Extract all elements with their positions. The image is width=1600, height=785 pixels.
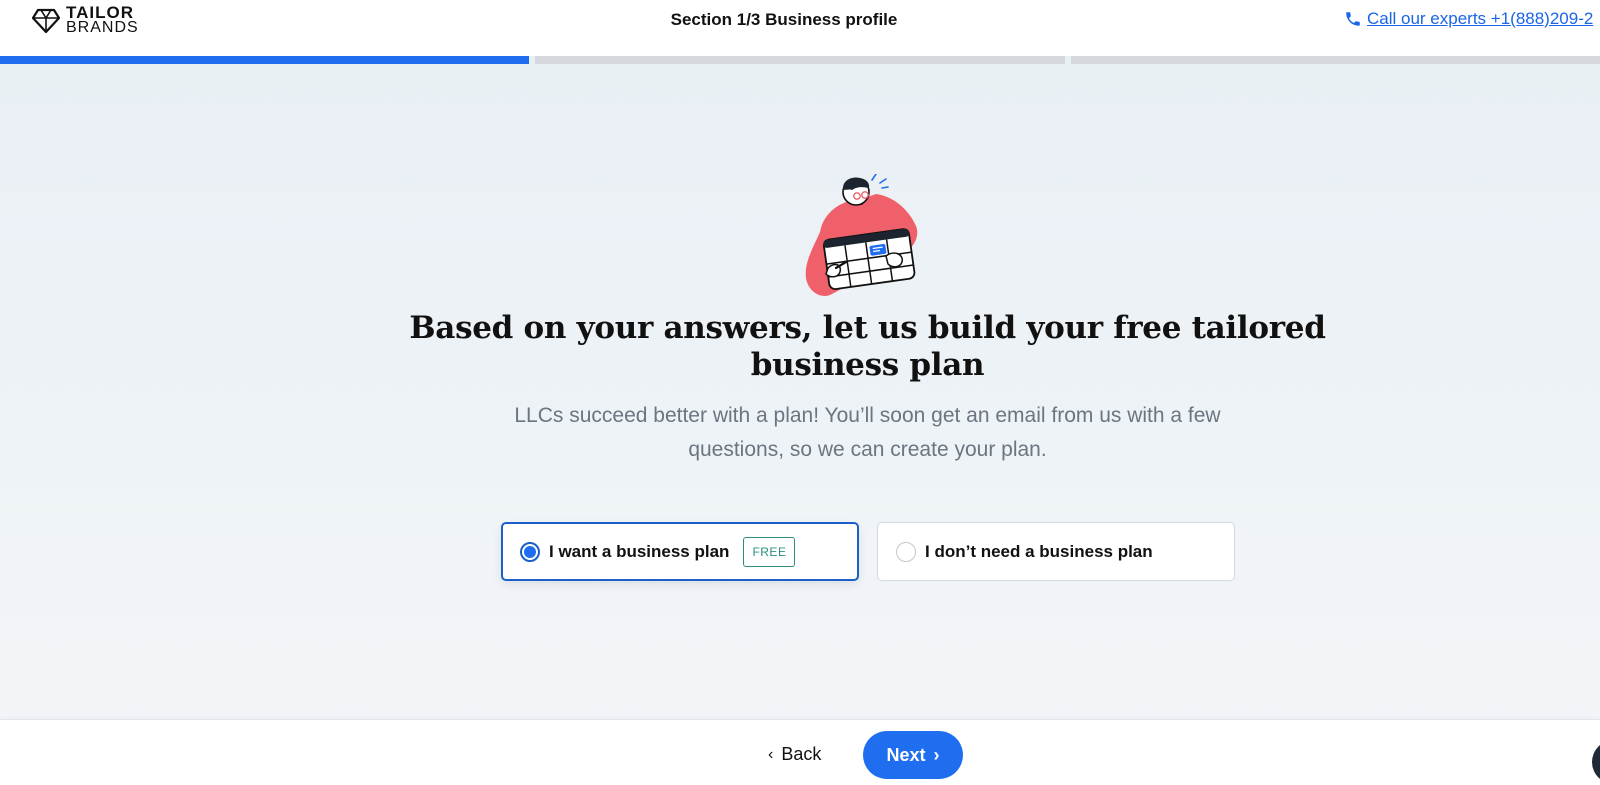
call-experts[interactable]: Call our experts +1(888)209-2	[1344, 9, 1600, 29]
page-headline: Based on your answers, let us build your…	[400, 310, 1335, 384]
radio-button[interactable]	[896, 541, 916, 562]
page-subtitle: LLCs succeed better with a plan! You’ll …	[470, 399, 1265, 467]
option-label: I want a business plan	[549, 541, 730, 561]
progress-bar	[0, 56, 1600, 64]
person-with-calendar-illustration	[805, 174, 918, 297]
progress-segment-1	[0, 56, 530, 64]
chevron-left-icon: ‹	[768, 745, 774, 763]
headline-line-1: Based on your answers, let us build your…	[409, 310, 1326, 346]
next-button[interactable]: Next ›	[863, 731, 963, 779]
back-button[interactable]: ‹ Back	[768, 744, 821, 765]
radio-button-selected[interactable]	[520, 541, 540, 562]
header: TAILOR BRANDS Section 1/3 Business profi…	[0, 0, 1600, 56]
progress-segment-3	[1070, 56, 1600, 64]
subtitle-line-2: questions, so we can create your plan.	[688, 438, 1047, 461]
section-title: Section 1/3 Business profile	[670, 10, 898, 29]
footer-nav: ‹ Back Next ›	[0, 719, 1600, 785]
progress-segment-2	[535, 56, 1065, 64]
phone-icon	[1346, 12, 1360, 26]
headline-line-2: business plan	[750, 347, 985, 383]
option-no-business-plan[interactable]: I don’t need a business plan	[877, 522, 1235, 581]
back-label: Back	[781, 744, 822, 764]
option-want-business-plan[interactable]: I want a business plan FREE	[501, 522, 859, 581]
free-badge: FREE	[743, 536, 796, 567]
call-experts-link[interactable]: Call our experts +1(888)209-2	[1367, 9, 1593, 29]
chevron-right-icon: ›	[933, 744, 940, 765]
next-label: Next	[886, 744, 926, 765]
subtitle-line-1: LLCs succeed better with a plan! You’ll …	[514, 404, 1221, 427]
option-label: I don’t need a business plan	[925, 541, 1153, 561]
